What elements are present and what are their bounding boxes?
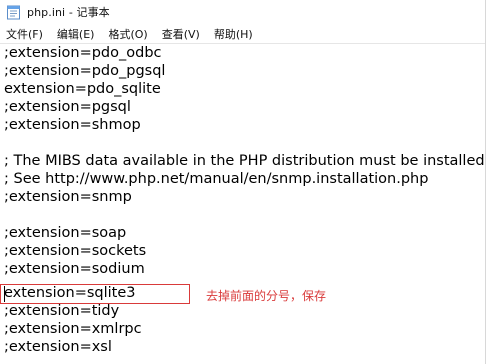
editor-line-13: ;extension=sodium [4,261,145,277]
editor-line-9: ;extension=snmp [4,189,132,205]
editor-line-11: ;extension=soap [4,225,127,241]
editor-line-3: extension=pdo_sqlite [4,81,161,97]
editor-line-17: ;extension=xsl [4,339,112,355]
notepad-window: php.ini - 记事本 文件(F) 编辑(E) 格式(O) 查看(V) 帮助… [0,0,486,364]
notepad-icon [6,4,21,20]
editor-line-7: ; The MIBS data available in the PHP dis… [4,153,486,169]
editor-line-1: ;extension=pdo_odbc [4,45,162,61]
editor-line-12: ;extension=sockets [4,243,147,259]
menu-edit[interactable]: 编辑(E) [57,26,95,42]
menu-bar: 文件(F) 编辑(E) 格式(O) 查看(V) 帮助(H) [0,24,485,44]
editor-line-16: ;extension=xmlrpc [4,321,142,337]
text-editor[interactable]: ;extension=pdo_odbc ;extension=pdo_pgsql… [0,44,486,364]
editor-line-4: ;extension=pgsql [4,99,131,115]
editor-line-2: ;extension=pdo_pgsql [4,63,166,79]
editor-line-15: ;extension=tidy [4,303,120,319]
menu-help[interactable]: 帮助(H) [214,26,253,42]
menu-view[interactable]: 查看(V) [162,26,200,42]
annotation-text: 去掉前面的分号，保存 [206,289,327,303]
title-bar: php.ini - 记事本 [0,0,485,24]
editor-line-8: ; See http://www.php.net/manual/en/snmp.… [4,171,429,187]
menu-format[interactable]: 格式(O) [108,26,147,42]
text-cursor [4,286,5,302]
menu-file[interactable]: 文件(F) [6,26,43,42]
editor-line-5: ;extension=shmop [4,117,141,133]
highlight-box [0,284,190,304]
window-title: php.ini - 记事本 [27,6,110,19]
